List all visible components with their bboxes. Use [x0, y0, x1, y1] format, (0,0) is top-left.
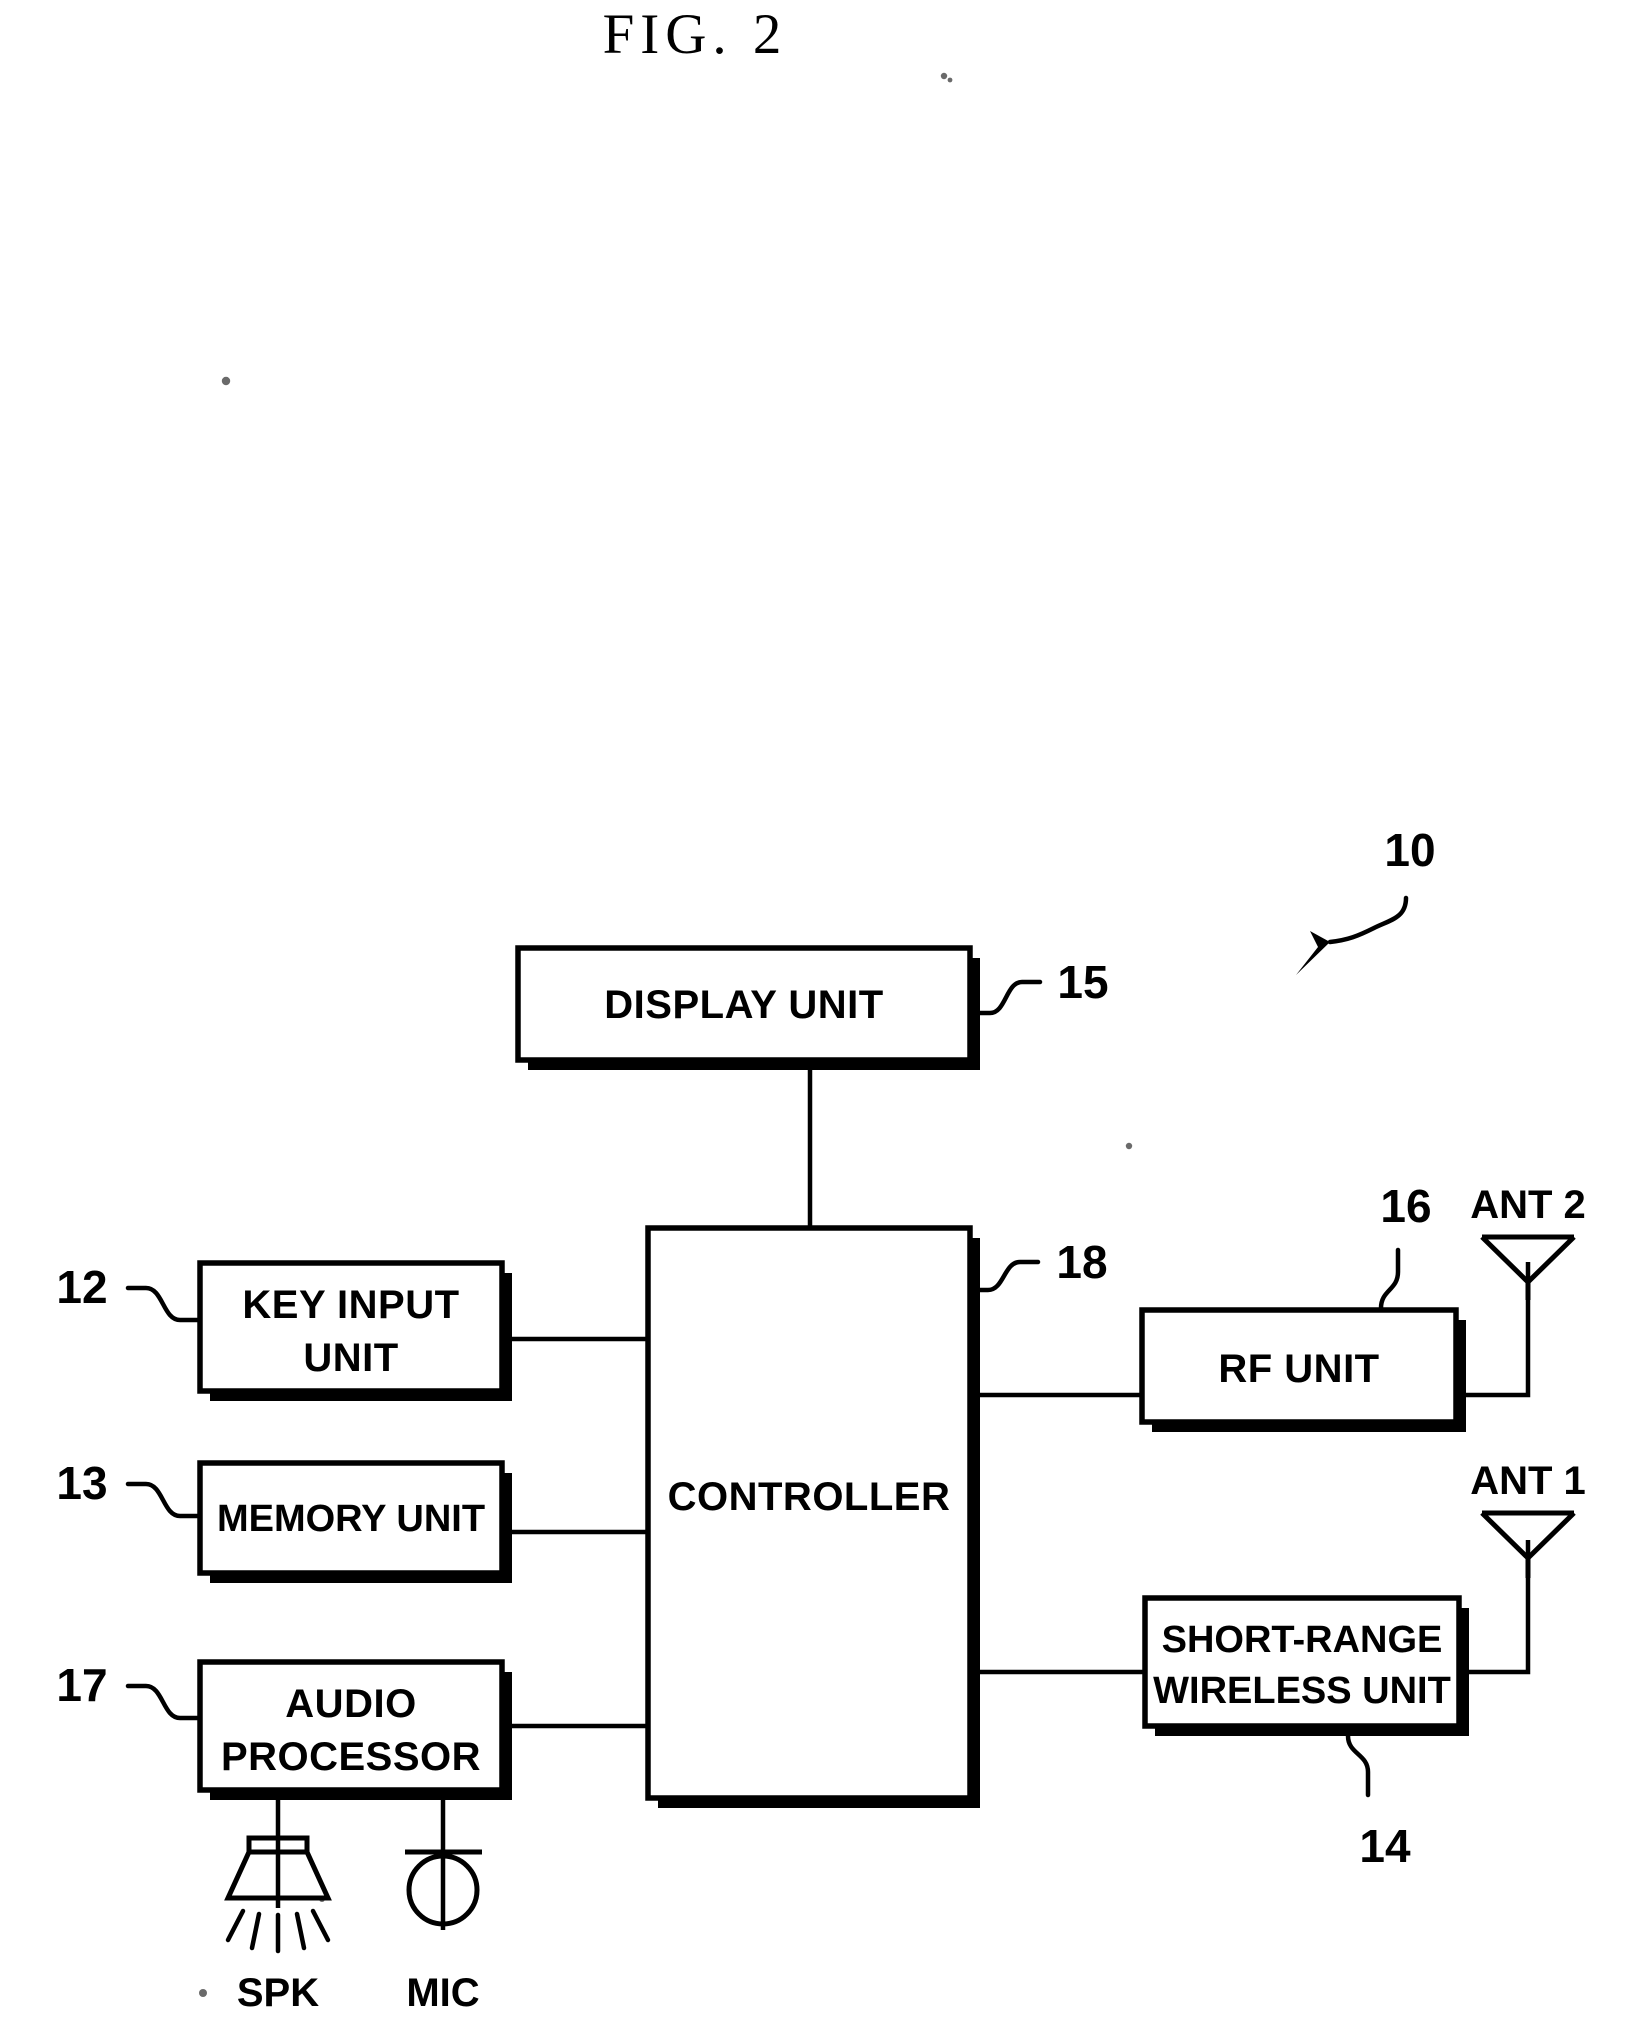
short-range-label-line2: WIRELESS UNIT	[1153, 1670, 1451, 1712]
block-diagram: DISPLAY UNIT 15 CONTROLLER 18 KEY INPUT …	[56, 72, 1586, 2015]
scan-speck	[940, 72, 948, 80]
block-key-input-unit[interactable]: KEY INPUT UNIT	[197, 1260, 512, 1401]
speaker-wave-5	[310, 1908, 331, 1943]
scan-speck	[947, 77, 953, 83]
block-display-unit[interactable]: DISPLAY UNIT	[515, 945, 980, 1070]
leader-line-12	[125, 1285, 201, 1323]
ref-label-10: 10	[1384, 824, 1435, 876]
short-range-label-line1: SHORT-RANGE	[1162, 1619, 1443, 1661]
speaker-wave-4	[294, 1911, 307, 1951]
overall-arrow-head	[1296, 931, 1330, 975]
ref-label-16: 16	[1380, 1180, 1431, 1232]
rf-unit-label: RF UNIT	[1218, 1347, 1379, 1391]
scan-speck	[221, 376, 231, 386]
memory-unit-label: MEMORY UNIT	[217, 1498, 485, 1540]
leader-line-14	[1345, 1733, 1371, 1798]
connector-rf-to-ant2	[1466, 1262, 1531, 1398]
leader-line-15	[969, 979, 1043, 1016]
block-audio-processor[interactable]: AUDIO PROCESSOR	[197, 1659, 512, 1800]
audio-processor-label-line2: PROCESSOR	[221, 1735, 481, 1779]
ref-label-15: 15	[1057, 956, 1108, 1008]
block-controller[interactable]: CONTROLLER	[645, 1225, 980, 1808]
leader-line-18	[968, 1259, 1041, 1293]
leader-line-13	[125, 1481, 201, 1519]
ref-label-17: 17	[56, 1659, 107, 1711]
leader-line-17	[125, 1683, 201, 1721]
block-short-range-wireless-unit[interactable]: SHORT-RANGE WIRELESS UNIT	[1142, 1595, 1469, 1736]
ref-label-12: 12	[56, 1261, 107, 1313]
key-input-unit-label-line1: KEY INPUT	[242, 1283, 459, 1327]
speaker-wave-2	[249, 1911, 262, 1951]
ref-label-18: 18	[1056, 1236, 1107, 1288]
controller-label: CONTROLLER	[668, 1475, 951, 1519]
block-rf-unit[interactable]: RF UNIT	[1139, 1307, 1466, 1432]
overall-arrow-curve	[1327, 895, 1409, 945]
block-memory-unit[interactable]: MEMORY UNIT	[197, 1460, 512, 1583]
scan-speck	[1125, 1142, 1133, 1150]
display-unit-label: DISPLAY UNIT	[604, 983, 883, 1027]
ref-label-13: 13	[56, 1457, 107, 1509]
overall-ref-arrow	[1296, 895, 1409, 975]
patent-figure-page: FIG. 2 DISPLAY UNIT 15 CONTROLLER 18 KEY…	[0, 0, 1637, 2036]
key-input-unit-label-line2: UNIT	[303, 1336, 398, 1380]
antenna-2-label: ANT 2	[1470, 1183, 1586, 1227]
leader-line-16	[1378, 1247, 1401, 1311]
ref-label-14: 14	[1359, 1820, 1411, 1872]
microphone-label: MIC	[406, 1971, 479, 2015]
connector-shortrange-to-ant1	[1469, 1540, 1531, 1675]
audio-processor-label-line1: AUDIO	[285, 1682, 416, 1726]
speaker-wave-1	[225, 1908, 246, 1943]
scan-speck	[199, 1989, 207, 1997]
antenna-1-label: ANT 1	[1470, 1459, 1586, 1503]
speaker-label: SPK	[237, 1971, 319, 2015]
